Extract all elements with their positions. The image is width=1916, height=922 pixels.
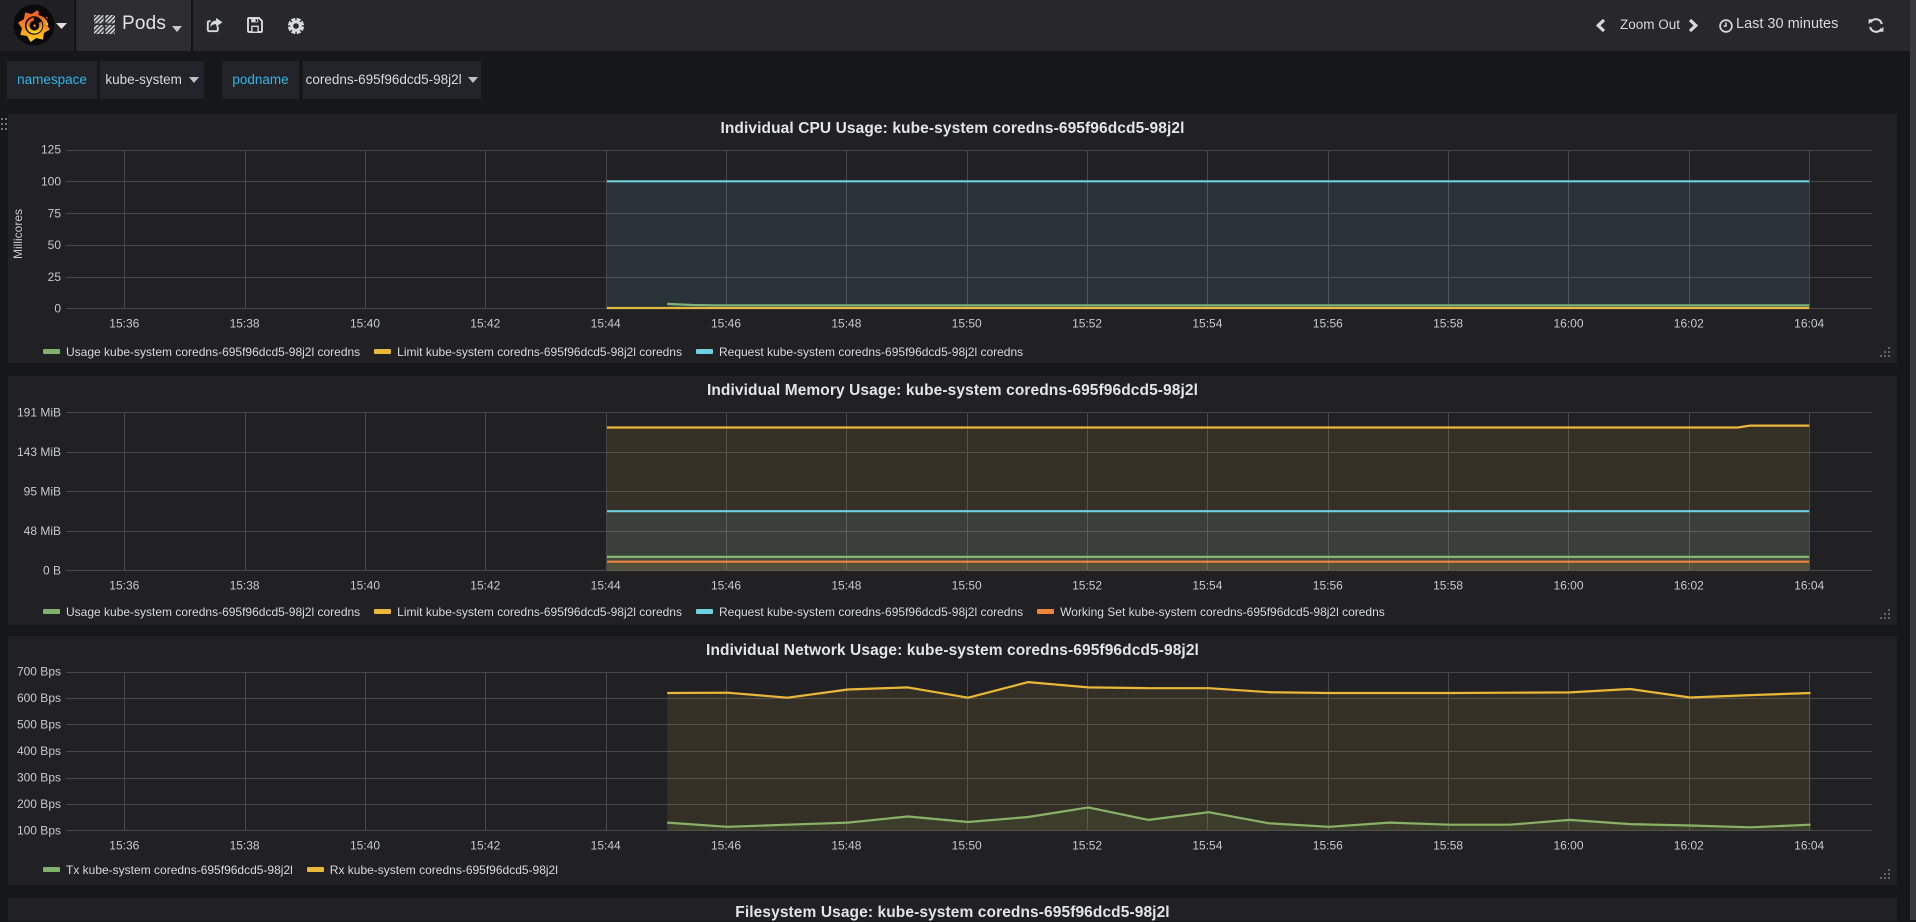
svg-text:15:36: 15:36	[109, 839, 139, 853]
svg-text:500 Bps: 500 Bps	[17, 718, 61, 732]
svg-text:15:56: 15:56	[1313, 839, 1343, 853]
svg-text:15:52: 15:52	[1072, 839, 1102, 853]
svg-text:15:56: 15:56	[1313, 578, 1343, 592]
svg-text:16:04: 16:04	[1794, 578, 1824, 592]
svg-text:15:42: 15:42	[470, 839, 500, 853]
svg-text:16:02: 16:02	[1674, 578, 1704, 592]
svg-text:15:56: 15:56	[1313, 317, 1343, 331]
svg-text:15:58: 15:58	[1433, 578, 1463, 592]
svg-text:100: 100	[41, 175, 61, 189]
svg-text:15:54: 15:54	[1192, 317, 1222, 331]
svg-text:300 Bps: 300 Bps	[17, 771, 61, 785]
svg-text:15:38: 15:38	[230, 839, 260, 853]
svg-text:191 MiB: 191 MiB	[17, 405, 61, 419]
svg-text:16:00: 16:00	[1553, 317, 1583, 331]
svg-text:16:00: 16:00	[1553, 839, 1583, 853]
svg-text:15:44: 15:44	[591, 839, 621, 853]
svg-text:15:46: 15:46	[711, 578, 741, 592]
svg-text:15:42: 15:42	[470, 317, 500, 331]
svg-text:15:58: 15:58	[1433, 317, 1463, 331]
svg-text:15:58: 15:58	[1433, 839, 1463, 853]
svg-text:100 Bps: 100 Bps	[17, 824, 61, 838]
svg-text:200 Bps: 200 Bps	[17, 797, 61, 811]
svg-text:125: 125	[41, 143, 61, 157]
svg-text:15:54: 15:54	[1192, 839, 1222, 853]
svg-text:15:46: 15:46	[711, 317, 741, 331]
svg-text:16:00: 16:00	[1553, 578, 1583, 592]
svg-text:15:48: 15:48	[831, 578, 861, 592]
svg-text:15:40: 15:40	[350, 578, 380, 592]
svg-text:15:50: 15:50	[952, 839, 982, 853]
svg-text:15:36: 15:36	[109, 578, 139, 592]
svg-text:15:50: 15:50	[952, 317, 982, 331]
svg-text:143 MiB: 143 MiB	[17, 444, 61, 458]
svg-text:400 Bps: 400 Bps	[17, 744, 61, 758]
svg-text:15:44: 15:44	[591, 317, 621, 331]
svg-text:25: 25	[48, 270, 62, 284]
svg-text:0: 0	[54, 302, 61, 316]
svg-text:15:40: 15:40	[350, 317, 380, 331]
svg-text:15:38: 15:38	[230, 578, 260, 592]
svg-text:15:54: 15:54	[1192, 578, 1222, 592]
svg-text:15:48: 15:48	[831, 839, 861, 853]
svg-text:15:42: 15:42	[470, 578, 500, 592]
svg-text:16:04: 16:04	[1794, 839, 1824, 853]
svg-text:0 B: 0 B	[43, 563, 61, 577]
svg-text:95 MiB: 95 MiB	[24, 484, 61, 498]
svg-text:16:04: 16:04	[1794, 317, 1824, 331]
svg-text:16:02: 16:02	[1674, 839, 1704, 853]
svg-text:700 Bps: 700 Bps	[17, 665, 61, 679]
svg-text:15:48: 15:48	[831, 317, 861, 331]
svg-text:15:38: 15:38	[230, 317, 260, 331]
svg-text:15:52: 15:52	[1072, 578, 1102, 592]
svg-text:15:46: 15:46	[711, 839, 741, 853]
svg-text:600 Bps: 600 Bps	[17, 691, 61, 705]
svg-text:50: 50	[48, 238, 62, 252]
svg-text:15:40: 15:40	[350, 839, 380, 853]
svg-text:75: 75	[48, 206, 62, 220]
svg-text:15:44: 15:44	[591, 578, 621, 592]
svg-text:15:50: 15:50	[952, 578, 982, 592]
svg-text:15:36: 15:36	[109, 317, 139, 331]
svg-text:48 MiB: 48 MiB	[24, 524, 61, 538]
svg-text:15:52: 15:52	[1072, 317, 1102, 331]
svg-text:16:02: 16:02	[1674, 317, 1704, 331]
